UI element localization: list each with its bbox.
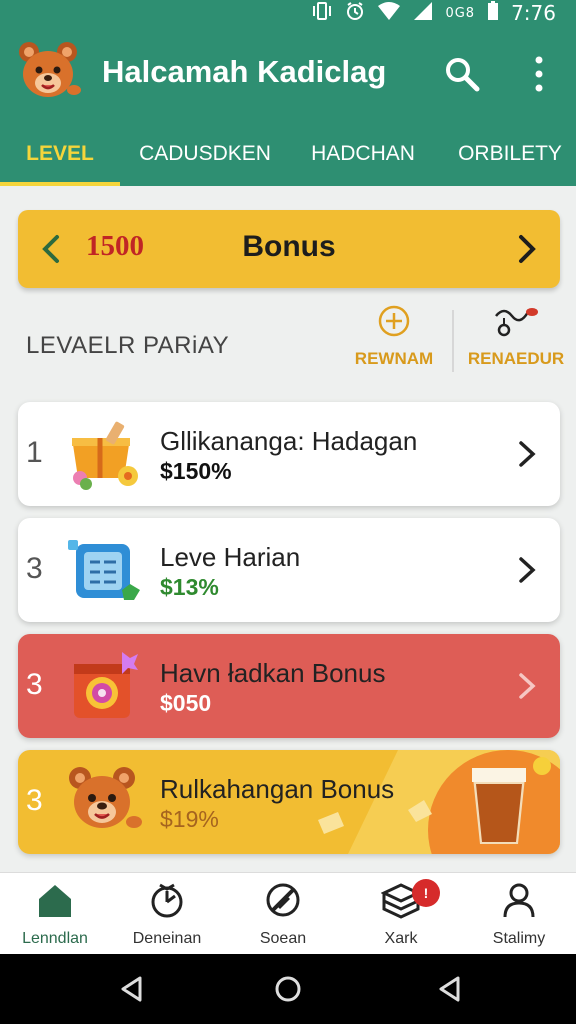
renaedur-action-label: RENAEDUR [467, 349, 565, 368]
app-title: Halcamah Kadiclag [102, 54, 387, 89]
reward-action-button[interactable]: REWNAM [350, 304, 438, 382]
person-icon [500, 881, 538, 924]
renaedur-action-button[interactable]: RENAEDUR [466, 304, 566, 382]
bear-mascot-icon [14, 38, 82, 106]
active-tab-indicator [0, 182, 120, 186]
nav-item-xark[interactable]: Xark ! [346, 879, 456, 951]
item-title: Rulkahangan Bonus [160, 774, 395, 804]
home-icon [36, 881, 74, 924]
item-value: $13% [160, 574, 219, 600]
bottom-navigation: Lenndlan Deneinan Soean Xark ! Stalimy [0, 872, 576, 954]
nav-label: Xark [384, 930, 418, 947]
tab-orbilety[interactable]: ORBILETY [448, 122, 572, 186]
system-navigation-bar [0, 954, 576, 1024]
chevron-right-icon [512, 668, 542, 704]
bonus-amount: 1500 [86, 230, 144, 262]
more-vert-icon[interactable] [524, 52, 554, 96]
signal-icon [413, 1, 433, 26]
list-item[interactable]: 3 Havn ładkan Bonus $050 [18, 634, 560, 738]
bear-mascot-icon [64, 762, 144, 842]
notification-badge: ! [412, 879, 440, 907]
clock: 7:76 [511, 1, 556, 25]
timer-icon [148, 881, 186, 924]
no-pen-icon [264, 881, 302, 924]
item-title: Leve Harian [160, 542, 301, 572]
chevron-left-icon[interactable] [32, 229, 72, 269]
recent-icon[interactable] [436, 975, 464, 1003]
chevron-right-icon [512, 436, 542, 472]
tab-bar: LEVEL CADUSDKEN HADCHAN ORBILETY [0, 122, 576, 186]
nav-item-stalimy[interactable]: Stalimy [464, 881, 574, 951]
item-value: $19% [160, 806, 219, 832]
battery-icon [487, 0, 499, 26]
calculator-icon [64, 530, 144, 610]
section-title: LEVAELR PARiAY [26, 332, 230, 359]
vibrate-icon [311, 1, 333, 26]
reward-action-label: REWNAM [354, 349, 434, 368]
status-bar: 0G8 7:76 [0, 0, 576, 26]
item-value: $150% [160, 458, 232, 484]
nav-label: Soean [259, 930, 307, 947]
item-title: Havn ładkan Bonus [160, 658, 386, 688]
list-item[interactable]: 3 Leve Harian $13% [18, 518, 560, 622]
tab-hadchan[interactable]: HADCHAN [296, 122, 430, 186]
wifi-icon [377, 1, 401, 26]
app-bar: Halcamah Kadiclag LEVEL CADUSDKEN HADCHA… [0, 26, 576, 186]
nav-item-soean[interactable]: Soean [228, 881, 338, 951]
plus-circle-icon [377, 304, 411, 343]
nav-item-deneinan[interactable]: Deneinan [112, 881, 222, 951]
item-number: 3 [26, 552, 43, 585]
drink-glass-icon [462, 754, 552, 850]
item-value: $050 [160, 690, 212, 716]
nav-label: Stalimy [492, 930, 546, 947]
chevron-right-icon [512, 552, 542, 588]
pulley-icon [492, 304, 540, 343]
divider [452, 310, 454, 372]
chevron-right-icon[interactable] [506, 229, 546, 269]
camera-icon [64, 646, 144, 726]
item-number: 3 [26, 784, 43, 817]
tab-cadusdken[interactable]: CADUSDKEN [126, 122, 284, 186]
list-item[interactable]: 3 Rulkahangan Bonus $19% [18, 750, 560, 854]
nav-label: Lenndlan [22, 930, 88, 947]
back-icon[interactable] [118, 975, 146, 1003]
search-icon[interactable] [442, 54, 482, 94]
bonus-selector: Bonus 1500 [18, 210, 560, 288]
alarm-icon [345, 1, 365, 26]
list-item[interactable]: 1 Gllikananga: Hadagan $150% [18, 402, 560, 506]
home-circle-icon[interactable] [274, 975, 302, 1003]
network-type: 0G8 [445, 5, 476, 21]
nav-label: Deneinan [132, 930, 202, 947]
item-number: 3 [26, 668, 43, 701]
item-title: Gllikananga: Hadagan [160, 426, 418, 456]
nav-item-home[interactable]: Lenndlan [0, 881, 110, 951]
gift-box-icon [64, 414, 144, 494]
item-number: 1 [26, 436, 43, 469]
tab-level[interactable]: LEVEL [0, 122, 120, 186]
